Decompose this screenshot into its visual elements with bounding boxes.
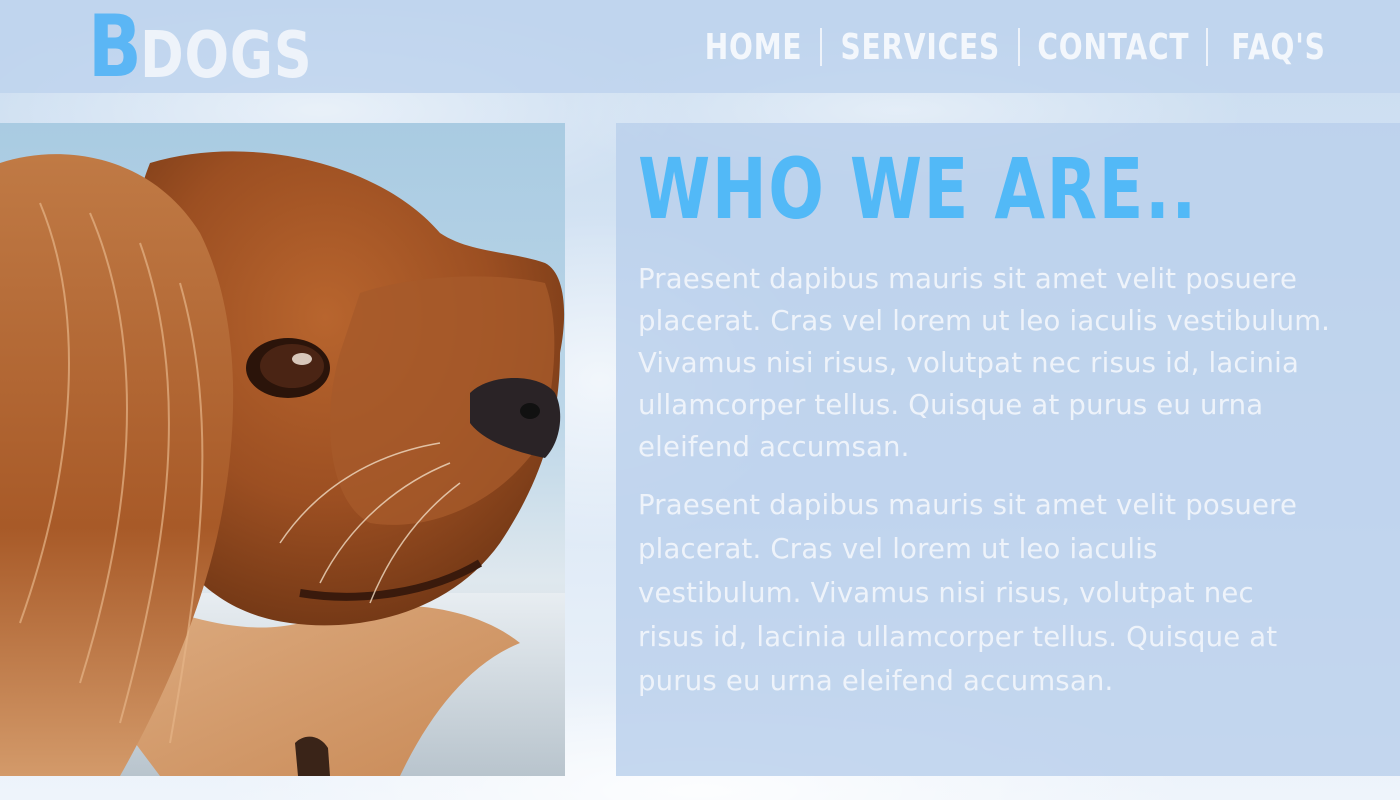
site-header: B DOGS HOME SERVICES CONTACT FAQ'S xyxy=(0,0,1400,93)
dog-photo xyxy=(0,123,565,776)
nav-item-contact: CONTACT xyxy=(1037,27,1189,68)
nav-link-faq[interactable]: FAQ'S xyxy=(1231,27,1325,68)
nav-link-home[interactable]: HOME xyxy=(705,27,803,68)
nav-separator xyxy=(1018,28,1020,66)
about-heading: WHO WE ARE.. xyxy=(638,140,1198,238)
logo-text: DOGS xyxy=(140,19,313,93)
nav-separator xyxy=(820,28,822,66)
nav-item-home: HOME xyxy=(705,27,803,68)
about-paragraph-2: Praesent dapibus mauris sit amet velit p… xyxy=(638,489,1298,697)
dog-illustration xyxy=(0,151,565,776)
nav-separator xyxy=(1206,28,1208,66)
nav-item-faq: FAQ'S xyxy=(1228,27,1328,68)
main-nav: HOME SERVICES CONTACT FAQ'S xyxy=(705,22,1328,72)
logo-initial: B xyxy=(88,0,142,97)
about-paragraph-1: Praesent dapibus mauris sit amet velit p… xyxy=(638,263,1331,463)
nav-link-services[interactable]: SERVICES xyxy=(840,27,999,68)
nav-link-contact[interactable]: CONTACT xyxy=(1037,27,1189,68)
logo[interactable]: B DOGS xyxy=(88,4,312,90)
nav-item-services: SERVICES xyxy=(840,27,999,68)
about-panel: WHO WE ARE.. Praesent dapibus mauris sit… xyxy=(616,123,1400,776)
